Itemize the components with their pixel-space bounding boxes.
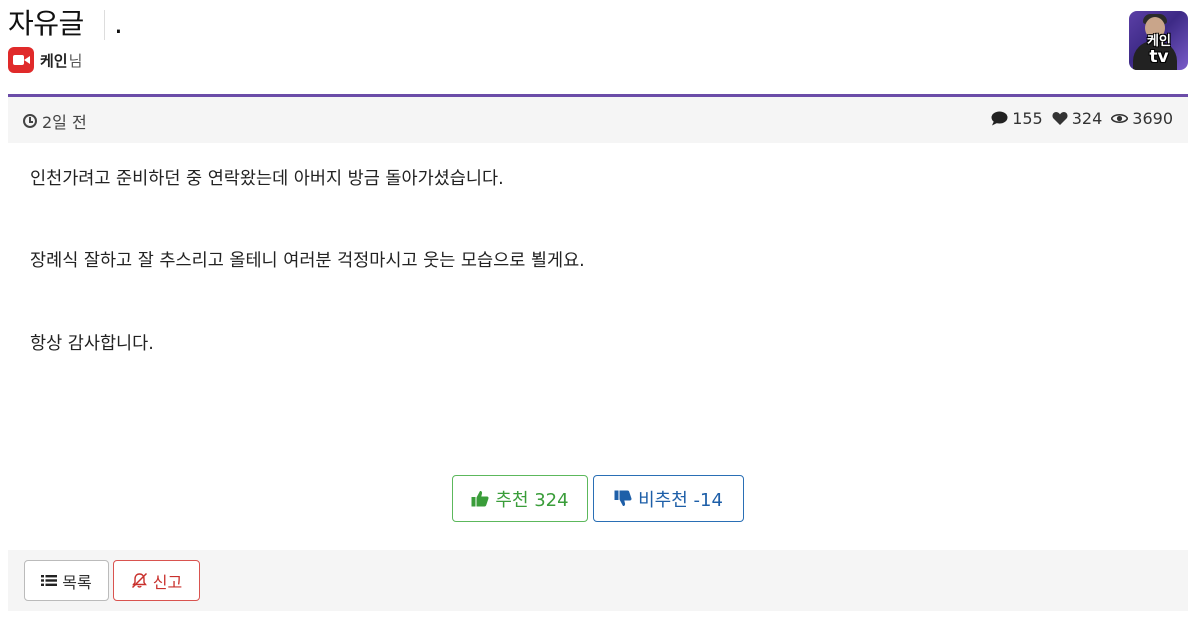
post-time-text: 2일 전 (42, 113, 87, 132)
upvote-button[interactable]: 추천 324 (452, 475, 588, 522)
eye-icon (1111, 113, 1129, 124)
comment-count[interactable]: 155 (991, 109, 1043, 128)
list-icon (41, 575, 58, 586)
list-button-label: 목록 (62, 572, 92, 592)
view-count-value: 3690 (1132, 109, 1173, 128)
avatar[interactable]: 케인 tv (1129, 11, 1188, 70)
post-meta-bar: 2일 전 155 324 3690 (8, 97, 1188, 143)
like-count: 324 (1052, 109, 1103, 128)
thumbs-down-icon (614, 490, 632, 507)
avatar-logo-text: 케인 tv (1147, 35, 1171, 66)
author-info[interactable]: 케인 님 (8, 47, 82, 73)
post-paragraph: 항상 감사합니다. (30, 334, 154, 354)
like-count-value: 324 (1071, 109, 1103, 128)
bell-slash-icon (131, 572, 147, 589)
post-footer-bar: 목록 신고 (8, 550, 1188, 611)
board-title[interactable]: 자유글 (8, 6, 84, 42)
video-camera-icon (8, 47, 34, 73)
post-stats: 155 324 3690 (982, 109, 1173, 128)
post-header: 자유글 . 케인 님 케인 tv (0, 0, 1200, 96)
post-content: 인천가려고 준비하던 중 연락왔는데 아버지 방금 돌아가셨습니다. 장례식 잘… (8, 143, 1188, 550)
downvote-button[interactable]: 비추천 -14 (593, 475, 744, 522)
title-separator (104, 10, 105, 40)
upvote-label: 추천 324 (495, 489, 569, 511)
post-time: 2일 전 (23, 109, 87, 133)
author-name[interactable]: 케인 (40, 50, 68, 71)
comment-icon (991, 111, 1008, 126)
thumbs-up-icon (471, 490, 489, 507)
downvote-label: 비추천 -14 (638, 489, 723, 511)
heart-icon (1052, 112, 1068, 125)
report-button[interactable]: 신고 (113, 560, 200, 601)
author-suffix: 님 (68, 51, 83, 70)
view-count: 3690 (1111, 109, 1173, 128)
clock-icon (23, 114, 37, 128)
list-button[interactable]: 목록 (24, 560, 109, 601)
post-paragraph: 장례식 잘하고 잘 추스리고 올테니 여러분 걱정마시고 웃는 모습으로 뵐게요… (30, 251, 585, 271)
post-paragraph: 인천가려고 준비하던 중 연락왔는데 아버지 방금 돌아가셨습니다. (30, 169, 504, 189)
comment-count-value: 155 (1012, 109, 1043, 128)
avatar-logo-bottom: tv (1149, 47, 1169, 67)
post-title: . (114, 7, 123, 40)
report-button-label: 신고 (152, 572, 183, 592)
